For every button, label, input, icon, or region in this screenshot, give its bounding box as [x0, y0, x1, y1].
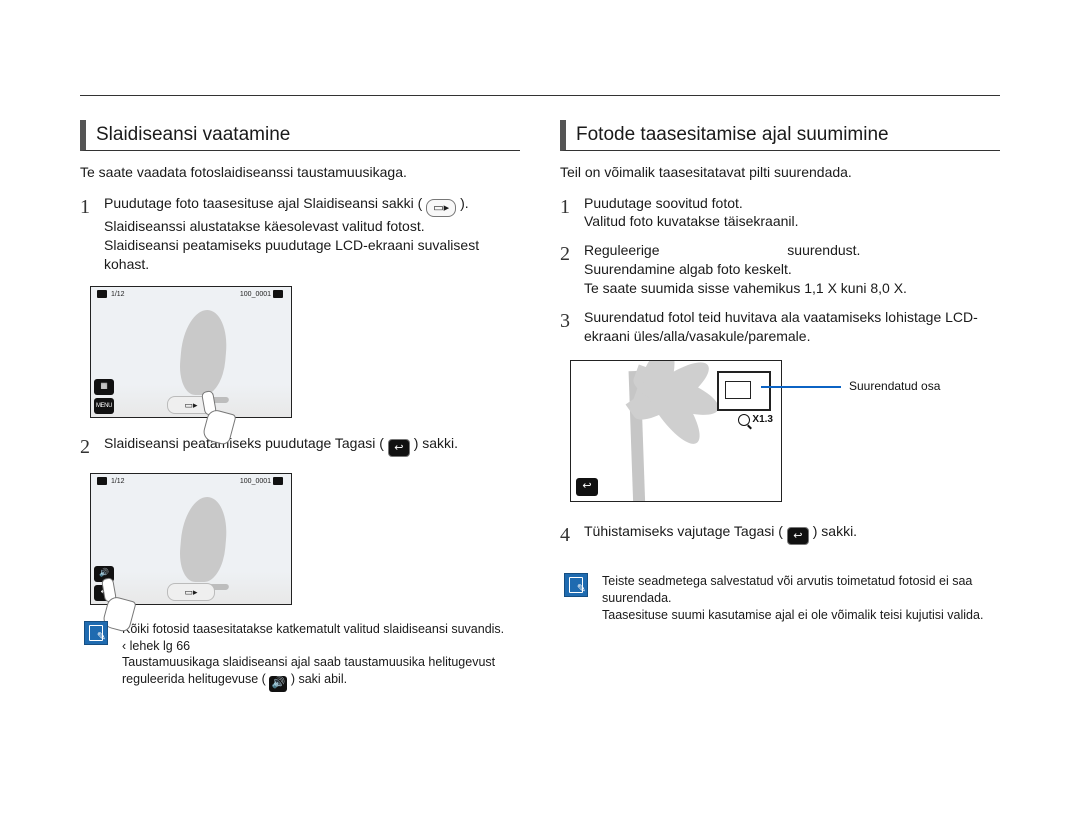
note-text-span: ) saki abil.: [291, 672, 347, 686]
step-4-right: 4 Tühistamiseks vajutage Tagasi ( ↩ ) sa…: [560, 522, 1000, 549]
step-text-span: Reguleerige: [584, 242, 660, 258]
menu-button[interactable]: MENU: [94, 398, 114, 414]
note-icon: [564, 573, 588, 597]
note-text: Teiste seadmetega salvestatud või arvuti…: [602, 573, 996, 624]
frame-counter: 1/12: [111, 291, 125, 298]
note-icon: [84, 621, 108, 645]
note-line: Taasesituse suumi kasutamise ajal ei ole…: [602, 607, 996, 624]
callout-line: [761, 386, 841, 388]
file-number: 100_0001: [240, 478, 271, 485]
zoom-navigator-box[interactable]: [717, 371, 771, 411]
note-line: Kõiki fotosid taasesitatakse katkematult…: [122, 621, 516, 638]
step-text: Slaidiseanssi alustatakse käesolevast va…: [104, 217, 520, 236]
note-block-left: Kõiki fotosid taasesitatakse katkematult…: [80, 621, 520, 692]
note-text: Kõiki fotosid taasesitatakse katkematult…: [122, 621, 516, 692]
status-bar: 1/12 100_0001: [91, 477, 291, 489]
step-number: 1: [560, 194, 584, 232]
step-text: Reguleerige suurendust.: [584, 241, 1000, 260]
columns: Slaidiseansi vaatamine Te saate vaadata …: [60, 120, 1020, 827]
step-1-left: 1 Puudutage foto taasesituse ajal Slaidi…: [80, 194, 520, 274]
step-text: Tühistamiseks vajutage Tagasi (: [584, 523, 783, 539]
intro-left: Te saate vaadata fotoslaidiseanssi taust…: [80, 163, 520, 182]
step-body: Suurendatud fotol teid huvitava ala vaat…: [584, 308, 1000, 346]
step-body: Puudutage foto taasesituse ajal Slaidise…: [104, 194, 520, 274]
status-right: 100_0001: [240, 290, 285, 302]
battery-icon: [273, 477, 283, 485]
step-text: Te saate suumida sisse vahemikus 1,1 X k…: [584, 279, 1000, 298]
step-number: 1: [80, 194, 104, 274]
status-right: 100_0001: [240, 477, 285, 489]
back-tab-icon: ↩: [787, 527, 809, 545]
screenshot-zoom: X1.3 ↩ Suurendatud osa: [570, 360, 782, 502]
step-body: Tühistamiseks vajutage Tagasi ( ↩ ) sakk…: [584, 522, 1000, 549]
step-2-right: 2 Reguleerige suurendust. Suurendamine a…: [560, 241, 1000, 298]
intro-right: Teil on võimalik taasesitatavat pilti su…: [560, 163, 1000, 182]
zoom-magnification: X1.3: [738, 413, 773, 427]
step-number: 2: [560, 241, 584, 298]
step-text: ) sakki.: [414, 435, 458, 451]
step-number: 3: [560, 308, 584, 346]
step-text: Puudutage soovitud fotot.: [584, 194, 1000, 213]
section-title-right: Fotode taasesitamise ajal suumimine: [560, 120, 1000, 151]
play-mode-icon: [97, 477, 107, 485]
note-ref: ‹ lehek lg 66: [122, 638, 516, 655]
step-text: Slaidiseansi peatamiseks puudutage LCD-e…: [104, 236, 520, 274]
header-rule: [80, 95, 1000, 96]
back-button[interactable]: ↩: [576, 478, 598, 496]
note-block-right: Teiste seadmetega salvestatud või arvuti…: [560, 573, 1000, 624]
step-body: Puudutage soovitud fotot. Valitud foto k…: [584, 194, 1000, 232]
grid-button[interactable]: ▦: [94, 379, 114, 395]
volume-icon: 🔊: [269, 676, 287, 692]
screenshot-slideshow-play: 1/12 100_0001 ▦ MENU ▭▸: [90, 286, 292, 418]
step-text-span: suurendust.: [787, 242, 860, 258]
status-left: 1/12: [97, 477, 125, 489]
slideshow-tab-icon: ▭▸: [426, 199, 456, 217]
right-column: Fotode taasesitamise ajal suumimine Teil…: [540, 120, 1020, 827]
step-1-right: 1 Puudutage soovitud fotot. Valitud foto…: [560, 194, 1000, 232]
step-text: Valitud foto kuvatakse täisekraanil.: [584, 212, 1000, 231]
left-sidebar: ▦ MENU: [94, 379, 114, 414]
left-column: Slaidiseansi vaatamine Te saate vaadata …: [60, 120, 540, 827]
step-number: 4: [560, 522, 584, 549]
step-number: 2: [80, 434, 104, 461]
step-text: Suurendatud fotol teid huvitava ala vaat…: [584, 308, 1000, 346]
zoom-value: X1.3: [752, 413, 773, 427]
section-title-left: Slaidiseansi vaatamine: [80, 120, 520, 151]
manual-page: Slaidiseansi vaatamine Te saate vaadata …: [0, 0, 1080, 827]
touch-hand-icon: [195, 397, 233, 443]
screenshot-slideshow-back: 1/12 100_0001 🔊 ↩ ▭▸: [90, 473, 292, 605]
step-text: Suurendamine algab foto keskelt.: [584, 260, 1000, 279]
callout-label: Suurendatud osa: [849, 378, 940, 394]
status-bar: 1/12 100_0001: [91, 290, 291, 302]
status-left: 1/12: [97, 290, 125, 302]
frame-counter: 1/12: [111, 478, 125, 485]
file-number: 100_0001: [240, 291, 271, 298]
step-text: Slaidiseansi peatamiseks puudutage Tagas…: [104, 435, 384, 451]
slideshow-tab[interactable]: ▭▸: [167, 583, 215, 601]
step-text: Puudutage foto taasesituse ajal Slaidise…: [104, 195, 422, 211]
step-text: ).: [460, 195, 469, 211]
step-body: Slaidiseansi peatamiseks puudutage Tagas…: [104, 434, 520, 461]
step-text: ) sakki.: [813, 523, 857, 539]
note-line: Teiste seadmetega salvestatud või arvuti…: [602, 573, 996, 607]
step-2-left: 2 Slaidiseansi peatamiseks puudutage Tag…: [80, 434, 520, 461]
note-line: Taustamuusikaga slaidiseansi ajal saab t…: [122, 654, 516, 691]
battery-icon: [273, 290, 283, 298]
step-body: Reguleerige suurendust. Suurendamine alg…: [584, 241, 1000, 298]
step-3-right: 3 Suurendatud fotol teid huvitava ala va…: [560, 308, 1000, 346]
back-tab-icon: ↩: [388, 439, 410, 457]
zoom-viewport-indicator: [725, 381, 751, 399]
play-mode-icon: [97, 290, 107, 298]
magnifier-icon: [738, 414, 750, 426]
